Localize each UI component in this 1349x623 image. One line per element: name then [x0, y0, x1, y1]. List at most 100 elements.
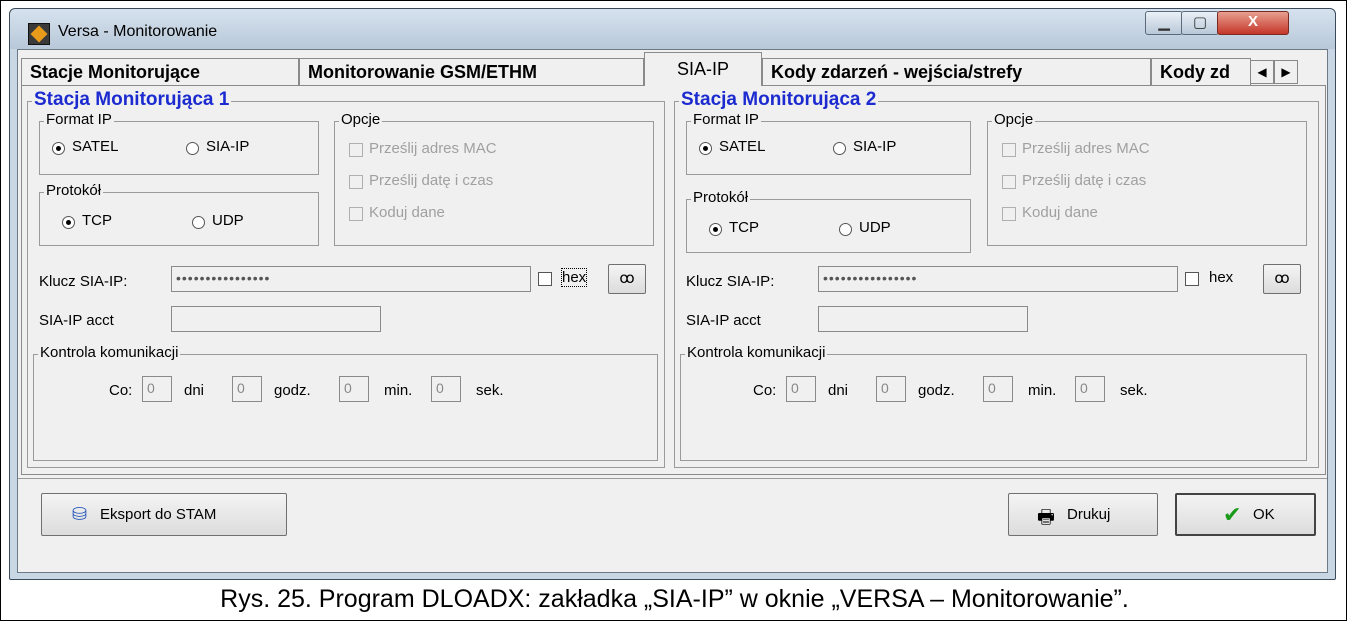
- format-siaip-radio-1[interactable]: [186, 142, 199, 155]
- protocol-udp-label-1: UDP: [212, 212, 244, 229]
- send-mac-checkbox-2[interactable]: [1002, 143, 1016, 157]
- format-satel-label-1: SATEL: [72, 138, 119, 155]
- window-title: Versa - Monitorowanie: [58, 23, 218, 40]
- send-datetime-label-2: Prześlij datę i czas: [1022, 172, 1147, 189]
- key-input-2[interactable]: ••••••••••••••••: [818, 266, 1178, 292]
- figure-caption: Rys. 25. Program DLOADX: zakładka „SIA-I…: [220, 585, 1129, 613]
- protocol-group-1: Protokół TCP UDP: [39, 182, 319, 246]
- printer-icon: 🖶: [1037, 507, 1055, 528]
- minimize-icon: ▁: [1158, 14, 1170, 31]
- hex-checkbox-2[interactable]: [1185, 272, 1199, 286]
- station-2-title: Stacja Monitorująca 2: [679, 89, 879, 111]
- tab-scroll-right[interactable]: ▶: [1274, 60, 1298, 84]
- seconds-input-1[interactable]: 0: [431, 376, 461, 402]
- co-label-2: Co:: [753, 382, 777, 399]
- minimize-button[interactable]: ▁: [1145, 11, 1183, 35]
- print-label: Drukuj: [1067, 506, 1111, 523]
- maximize-icon: ▢: [1192, 14, 1208, 31]
- print-button[interactable]: 🖶 Drukuj: [1008, 493, 1158, 536]
- comm-control-legend-2: Kontrola komunikacji: [685, 344, 828, 361]
- bottom-separator: [18, 478, 1327, 479]
- protocol-tcp-label-2: TCP: [729, 219, 759, 236]
- ok-button[interactable]: ✔ OK: [1175, 493, 1316, 536]
- format-siaip-label-2: SIA-IP: [853, 138, 897, 155]
- comm-control-group-2: Kontrola komunikacji Co: 0 dni 0 godz. 0…: [680, 344, 1307, 461]
- station-1-group: Stacja Monitorująca 1 Format IP SATEL SI…: [27, 89, 665, 468]
- minutes-label-1: min.: [384, 382, 413, 399]
- checkmark-icon: ✔: [1223, 502, 1242, 527]
- protocol-udp-radio-1[interactable]: [192, 216, 205, 229]
- station-2-group: Stacja Monitorująca 2 Format IP SATEL SI…: [674, 89, 1319, 468]
- options-group-1: Opcje Prześlij adres MAC Prześlij datę i…: [334, 111, 654, 246]
- co-label-1: Co:: [109, 382, 133, 399]
- format-ip-legend-1: Format IP: [44, 111, 114, 128]
- tab-kody-zdarzen-wejscia[interactable]: Kody zdarzeń - wejścia/strefy: [762, 58, 1151, 85]
- hours-label-2: godz.: [918, 382, 955, 399]
- tab-sia-ip[interactable]: SIA-IP: [644, 52, 762, 86]
- protocol-tcp-radio-2[interactable]: [709, 223, 722, 236]
- options-group-2: Opcje Prześlij adres MAC Prześlij datę i…: [987, 111, 1307, 246]
- minutes-input-2[interactable]: 0: [983, 376, 1013, 402]
- seconds-label-1: sek.: [476, 382, 504, 399]
- encode-data-label-2: Koduj dane: [1022, 204, 1098, 221]
- acct-input-1[interactable]: [171, 306, 381, 332]
- format-satel-label-2: SATEL: [719, 138, 766, 155]
- protocol-udp-label-2: UDP: [859, 219, 891, 236]
- protocol-group-2: Protokół TCP UDP: [686, 189, 971, 253]
- days-input-2[interactable]: 0: [786, 376, 816, 402]
- send-datetime-checkbox-2[interactable]: [1002, 175, 1016, 189]
- format-ip-legend-2: Format IP: [691, 111, 761, 128]
- ok-label: OK: [1253, 506, 1275, 523]
- format-ip-group-1: Format IP SATEL SIA-IP: [39, 111, 319, 175]
- format-satel-radio-2[interactable]: [699, 142, 712, 155]
- send-mac-checkbox-1[interactable]: [349, 143, 363, 157]
- protocol-udp-radio-2[interactable]: [839, 223, 852, 236]
- key-input-1[interactable]: ••••••••••••••••: [171, 266, 531, 292]
- comm-control-legend-1: Kontrola komunikacji: [38, 344, 181, 361]
- protocol-tcp-radio-1[interactable]: [62, 216, 75, 229]
- comm-control-group-1: Kontrola komunikacji Co: 0 dni 0 godz. 0…: [33, 344, 658, 461]
- export-icon: ⛁: [72, 504, 88, 524]
- key-label-2: Klucz SIA-IP:: [686, 273, 775, 290]
- encode-data-label-1: Koduj dane: [369, 204, 445, 221]
- send-mac-label-1: Prześlij adres MAC: [369, 140, 497, 157]
- hex-checkbox-1[interactable]: [538, 272, 552, 286]
- hex-label-2: hex: [1209, 269, 1234, 286]
- format-siaip-radio-2[interactable]: [833, 142, 846, 155]
- format-satel-radio-1[interactable]: [52, 142, 65, 155]
- tab-kody-zd[interactable]: Kody zd: [1151, 58, 1251, 85]
- maximize-button[interactable]: ▢: [1181, 11, 1219, 35]
- send-datetime-checkbox-1[interactable]: [349, 175, 363, 189]
- send-datetime-label-1: Prześlij datę i czas: [369, 172, 494, 189]
- close-button[interactable]: X: [1217, 11, 1289, 35]
- tab-monitorowanie-gsm[interactable]: Monitorowanie GSM/ETHM: [299, 58, 644, 85]
- hours-input-1[interactable]: 0: [232, 376, 262, 402]
- protocol-legend-1: Protokół: [44, 182, 104, 199]
- sia-ip-panel: Stacja Monitorująca 1 Format IP SATEL SI…: [21, 85, 1326, 475]
- title-bar[interactable]: Versa - Monitorowanie ▁ ▢ X: [10, 9, 1335, 49]
- acct-input-2[interactable]: [818, 306, 1028, 332]
- station-1-title: Stacja Monitorująca 1: [32, 89, 232, 111]
- show-key-button-2[interactable]: ꝏ: [1263, 264, 1301, 294]
- tab-scroll-left[interactable]: ◀: [1250, 60, 1274, 84]
- encode-data-checkbox-2[interactable]: [1002, 207, 1016, 221]
- options-legend-1: Opcje: [339, 111, 383, 128]
- encode-data-checkbox-1[interactable]: [349, 207, 363, 221]
- minutes-label-2: min.: [1028, 382, 1057, 399]
- minutes-input-1[interactable]: 0: [339, 376, 369, 402]
- days-input-1[interactable]: 0: [142, 376, 172, 402]
- format-ip-group-2: Format IP SATEL SIA-IP: [686, 111, 971, 175]
- seconds-input-2[interactable]: 0: [1075, 376, 1105, 402]
- export-stam-button[interactable]: ⛁ Eksport do STAM: [41, 493, 287, 536]
- key-label-1: Klucz SIA-IP:: [39, 273, 128, 290]
- protocol-legend-2: Protokół: [691, 189, 751, 206]
- show-key-button-1[interactable]: ꝏ: [608, 264, 646, 294]
- days-label-2: dni: [828, 382, 849, 399]
- app-icon: [28, 23, 50, 45]
- tab-strip: Stacje Monitorujące Monitorowanie GSM/ET…: [18, 50, 1327, 86]
- acct-label-2: SIA-IP acct: [686, 312, 761, 329]
- tab-stacje-monitorujace[interactable]: Stacje Monitorujące: [21, 58, 299, 85]
- hours-input-2[interactable]: 0: [876, 376, 906, 402]
- send-mac-label-2: Prześlij adres MAC: [1022, 140, 1150, 157]
- export-stam-label: Eksport do STAM: [100, 506, 217, 523]
